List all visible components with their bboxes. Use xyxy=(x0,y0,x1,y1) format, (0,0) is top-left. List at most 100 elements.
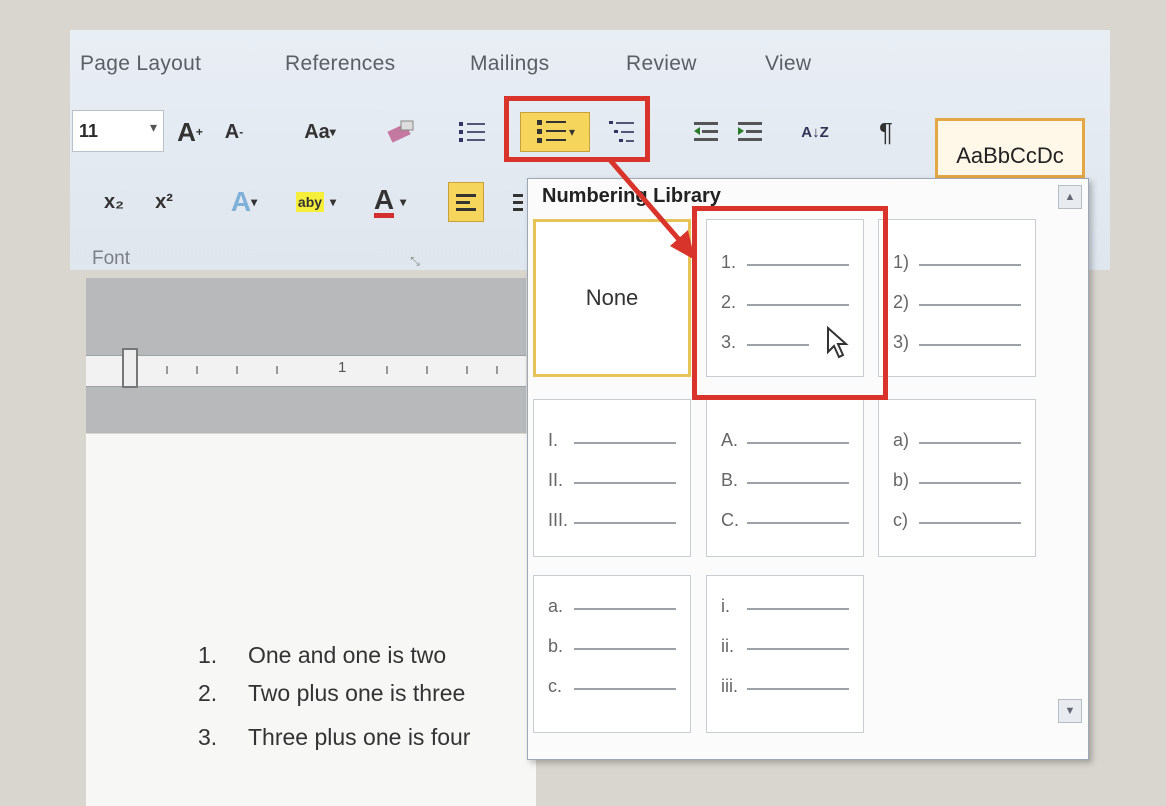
sort-icon: A↓Z xyxy=(801,123,829,141)
annotation-arrow-icon xyxy=(608,158,695,260)
grow-font-button[interactable]: A + xyxy=(172,112,208,152)
change-case-icon: Aa xyxy=(304,120,330,143)
format-row: c) xyxy=(893,510,1021,534)
highlighter-icon: aby xyxy=(295,192,325,212)
tab-references[interactable]: References xyxy=(285,52,395,76)
format-row: 2) xyxy=(893,292,1021,316)
format-row: 1) xyxy=(893,252,1021,276)
format-marker: c) xyxy=(893,510,908,530)
subscript-icon: x₂ xyxy=(103,190,124,213)
superscript-button[interactable]: x² xyxy=(146,182,182,222)
increase-indent-icon xyxy=(738,122,762,141)
list-number: 2. xyxy=(198,680,218,706)
list-number: 3. xyxy=(198,724,218,750)
tab-review[interactable]: Review xyxy=(626,52,697,76)
tab-mailings[interactable]: Mailings xyxy=(470,52,549,76)
highlight-color-button[interactable]: aby ▾ xyxy=(284,182,348,222)
bullets-button[interactable] xyxy=(452,112,492,152)
format-marker: a) xyxy=(893,430,910,450)
align-left-button[interactable] xyxy=(448,182,484,222)
format-marker: ii. xyxy=(721,636,734,656)
show-formatting-button[interactable]: ¶ xyxy=(868,112,904,152)
scroll-up-button[interactable]: ▲ xyxy=(1058,185,1082,209)
shrink-font-button[interactable]: A- xyxy=(216,112,252,152)
list-item[interactable]: 3. Three plus one is four xyxy=(198,724,470,751)
text-effects-button[interactable]: A ▾ xyxy=(214,182,274,222)
format-row: iii. xyxy=(721,676,849,700)
font-color-icon: A xyxy=(373,185,395,218)
format-row: b. xyxy=(548,636,676,660)
align-center-button[interactable] xyxy=(508,182,528,222)
text-effects-icon: A xyxy=(230,186,252,217)
format-marker: I. xyxy=(548,430,559,450)
format-row: I. xyxy=(548,430,676,454)
horizontal-ruler[interactable]: 1 xyxy=(86,348,526,388)
decrease-indent-icon xyxy=(694,122,718,141)
list-item[interactable]: 2. Two plus one is three xyxy=(198,680,465,707)
format-marker: 3) xyxy=(893,332,910,352)
format-row: II. xyxy=(548,470,676,494)
list-item[interactable]: 1. One and one is two xyxy=(198,642,446,669)
sort-button[interactable]: A↓Z xyxy=(795,112,835,152)
format-row: a. xyxy=(548,596,676,620)
mouse-cursor-icon xyxy=(827,326,849,359)
pilcrow-icon: ¶ xyxy=(879,116,893,147)
format-marker: a. xyxy=(548,596,564,616)
font-color-button[interactable]: A ▾ xyxy=(360,182,420,222)
format-marker: A. xyxy=(721,430,739,450)
format-marker: B. xyxy=(721,470,739,490)
ruler-tick xyxy=(166,366,168,374)
scroll-down-button[interactable]: ▼ xyxy=(1058,699,1082,723)
clear-formatting-button[interactable] xyxy=(380,112,420,152)
ruler-tick xyxy=(196,366,198,374)
ribbon-tabs: Page Layout References Mailings Review V… xyxy=(70,38,1110,88)
format-row: 3) xyxy=(893,332,1021,356)
format-marker: 1) xyxy=(893,252,910,272)
format-row: b) xyxy=(893,470,1021,494)
format-highlight-box xyxy=(692,206,888,400)
format-marker: i. xyxy=(721,596,730,616)
bullet-list-icon xyxy=(459,122,485,142)
subscript-button[interactable]: x₂ xyxy=(96,182,132,222)
font-size-select[interactable]: 11 ▾ xyxy=(72,110,164,152)
format-row: c. xyxy=(548,676,676,700)
indent-marker[interactable] xyxy=(122,348,138,388)
align-left-icon xyxy=(456,194,476,211)
numbering-format-decimal-paren[interactable]: 1) 2) 3) xyxy=(878,219,1036,377)
font-dialog-launcher[interactable]: ⤡ xyxy=(404,250,426,272)
numbering-format-lower-roman[interactable]: i. ii. iii. xyxy=(706,575,864,733)
format-row: III. xyxy=(548,510,676,534)
chevron-down-icon: ▼ xyxy=(1064,705,1076,717)
format-marker: II. xyxy=(548,470,564,490)
increase-indent-button[interactable] xyxy=(732,112,768,152)
format-marker: b. xyxy=(548,636,564,656)
none-label: None xyxy=(585,285,639,310)
format-marker: C. xyxy=(721,510,739,530)
format-row: A. xyxy=(721,430,849,454)
list-text: One and one is two xyxy=(248,642,447,668)
list-number: 1. xyxy=(198,642,218,668)
tab-page-layout[interactable]: Page Layout xyxy=(80,52,201,76)
shrink-font-icon: A xyxy=(224,120,240,143)
chevron-down-icon: ▾ xyxy=(149,119,157,135)
format-row: a) xyxy=(893,430,1021,454)
style-preview-normal[interactable]: AaBbCcDc xyxy=(935,118,1085,178)
numbering-format-lower-alpha-period[interactable]: a. b. c. xyxy=(533,575,691,733)
format-marker: iii. xyxy=(721,676,738,696)
numbering-format-upper-roman[interactable]: I. II. III. xyxy=(533,399,691,557)
document-page[interactable]: 1. One and one is two 2. Two plus one is t… xyxy=(86,434,536,806)
numbering-format-upper-alpha[interactable]: A. B. C. xyxy=(706,399,864,557)
tab-view[interactable]: View xyxy=(765,52,811,76)
ruler-tick xyxy=(236,366,238,374)
superscript-icon: x² xyxy=(155,190,173,213)
eraser-icon xyxy=(387,120,414,143)
change-case-button[interactable]: Aa ▾ xyxy=(290,112,350,152)
decrease-indent-button[interactable] xyxy=(688,112,724,152)
chevron-up-icon: ▲ xyxy=(1064,191,1076,203)
format-row: ii. xyxy=(721,636,849,660)
list-text: Two plus one is three xyxy=(248,680,466,706)
format-marker: c. xyxy=(548,676,563,696)
numbering-format-lower-alpha-paren[interactable]: a) b) c) xyxy=(878,399,1036,557)
dialog-launcher-icon: ⤡ xyxy=(410,253,420,268)
align-center-icon xyxy=(513,194,523,211)
